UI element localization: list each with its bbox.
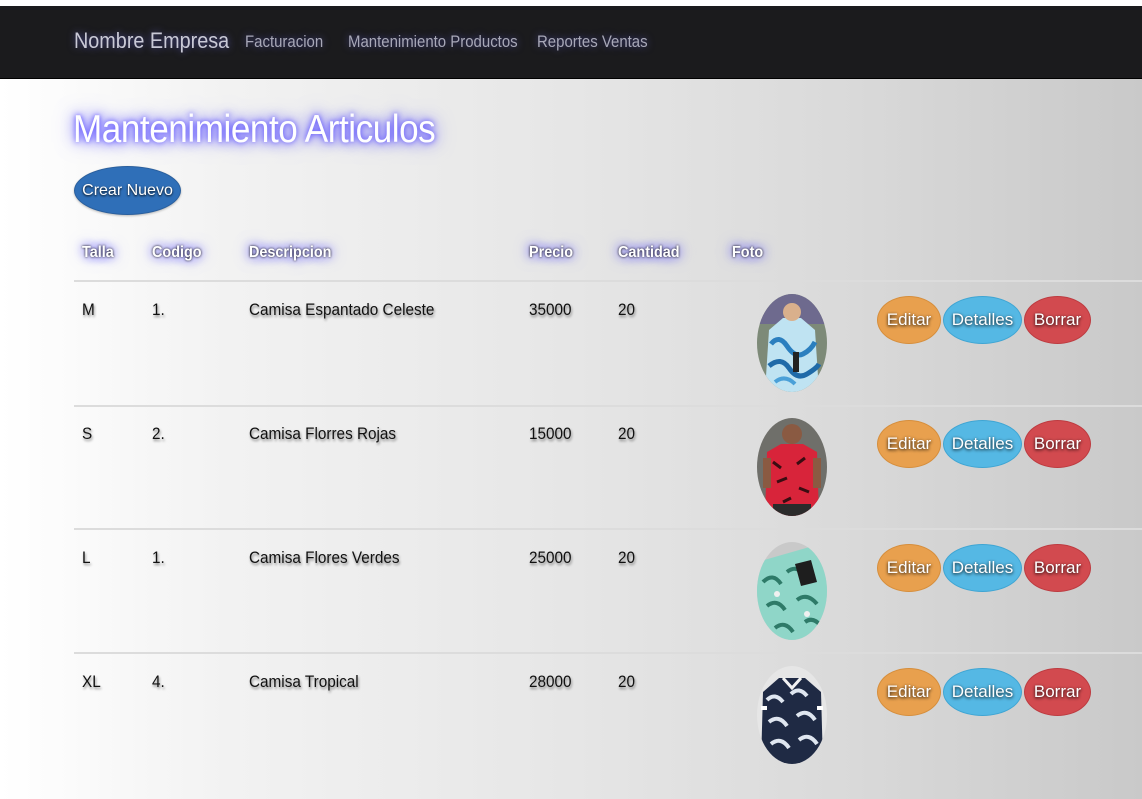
- nav-link-mantenimiento-productos[interactable]: Mantenimiento Productos: [348, 32, 518, 52]
- cell-precio: 35000: [529, 300, 572, 319]
- cell-codigo: 1.: [152, 548, 165, 567]
- header-codigo: Codigo: [152, 244, 202, 261]
- cell-descripcion: Camisa Espantado Celeste: [249, 300, 435, 319]
- delete-button[interactable]: Borrar: [1024, 296, 1091, 344]
- header-foto: Foto: [732, 244, 764, 261]
- cell-talla: L: [82, 548, 91, 567]
- cell-talla: M: [82, 300, 95, 319]
- cell-descripcion: Camisa Florres Rojas: [249, 424, 397, 443]
- details-button[interactable]: Detalles: [943, 668, 1022, 716]
- cell-talla: XL: [82, 672, 101, 691]
- cell-precio: 15000: [529, 424, 572, 443]
- cell-talla: S: [82, 424, 93, 443]
- page-title: Mantenimiento Articulos: [73, 108, 436, 151]
- cell-cantidad: 20: [618, 300, 636, 319]
- edit-button[interactable]: Editar: [877, 420, 941, 468]
- cell-codigo: 2.: [152, 424, 165, 443]
- edit-button[interactable]: Editar: [877, 296, 941, 344]
- create-new-button[interactable]: Crear Nuevo: [74, 166, 181, 215]
- cell-precio: 28000: [529, 672, 572, 691]
- details-button[interactable]: Detalles: [943, 296, 1022, 344]
- cell-precio: 25000: [529, 548, 572, 567]
- cell-descripcion: Camisa Flores Verdes: [249, 548, 400, 567]
- details-button[interactable]: Detalles: [943, 544, 1022, 592]
- table-row: XL 4. Camisa Tropical 28000 20 Editar De…: [0, 654, 1142, 778]
- header-descripcion: Descripcion: [249, 244, 332, 261]
- edit-button[interactable]: Editar: [877, 668, 941, 716]
- product-photo: [757, 418, 827, 516]
- brand-link[interactable]: Nombre Empresa: [74, 28, 229, 54]
- product-photo: [757, 294, 827, 392]
- nav-link-facturacion[interactable]: Facturacion: [245, 32, 323, 52]
- table-row: M 1. Camisa Espantado Celeste 35000 20 E…: [0, 282, 1142, 406]
- edit-button[interactable]: Editar: [877, 544, 941, 592]
- product-photo: [757, 542, 827, 640]
- header-precio: Precio: [529, 244, 574, 261]
- navbar: Nombre Empresa Facturacion Mantenimiento…: [0, 6, 1142, 79]
- cell-cantidad: 20: [618, 672, 636, 691]
- header-talla: Talla: [82, 244, 114, 261]
- cell-cantidad: 20: [618, 424, 636, 443]
- cell-cantidad: 20: [618, 548, 636, 567]
- product-photo: [757, 666, 827, 764]
- cell-codigo: 1.: [152, 300, 165, 319]
- cell-descripcion: Camisa Tropical: [249, 672, 359, 691]
- delete-button[interactable]: Borrar: [1024, 420, 1091, 468]
- nav-link-reportes-ventas[interactable]: Reportes Ventas: [537, 32, 648, 52]
- details-button[interactable]: Detalles: [943, 420, 1022, 468]
- table-row: S 2. Camisa Florres Rojas 15000 20 Edita…: [0, 406, 1142, 530]
- cell-codigo: 4.: [152, 672, 165, 691]
- table-row: L 1. Camisa Flores Verdes 25000 20 Edita…: [0, 530, 1142, 654]
- delete-button[interactable]: Borrar: [1024, 544, 1091, 592]
- header-cantidad: Cantidad: [618, 244, 680, 261]
- delete-button[interactable]: Borrar: [1024, 668, 1091, 716]
